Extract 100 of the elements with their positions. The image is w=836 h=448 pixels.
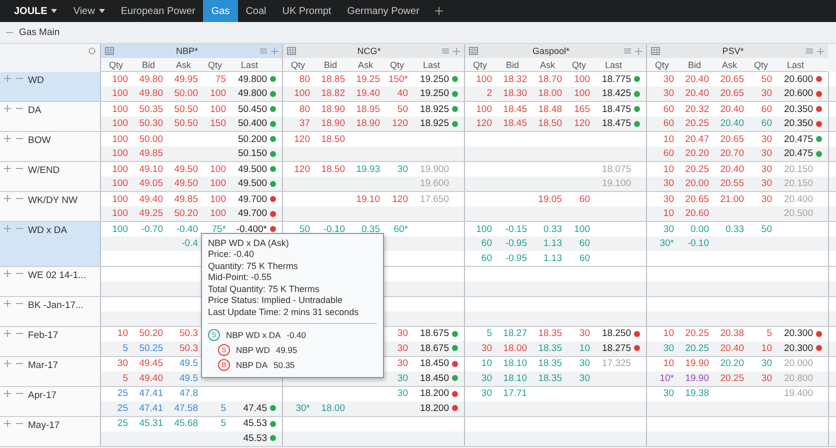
nav-label: UK Prompt <box>282 6 332 16</box>
product-label[interactable]: Mar-17 <box>0 356 100 386</box>
nav-tab[interactable]: Coal <box>238 0 274 22</box>
plus-icon[interactable] <box>271 48 278 54</box>
plus-icon[interactable] <box>4 165 11 172</box>
product-label[interactable]: BOW <box>0 132 100 161</box>
minus-icon[interactable] <box>16 302 23 304</box>
plus-icon[interactable] <box>4 330 11 336</box>
minus-icon[interactable] <box>16 197 23 200</box>
column-header[interactable]: Qty <box>201 60 229 70</box>
product-label[interactable]: May-17 <box>0 416 100 446</box>
menu-icon[interactable] <box>260 48 267 54</box>
product-label[interactable]: WK/DY NW <box>0 192 100 221</box>
bid-quantity: 10 <box>662 328 675 340</box>
minus-icon[interactable] <box>16 422 23 424</box>
grid-icon[interactable] <box>469 47 478 55</box>
menu-icon[interactable] <box>442 48 449 54</box>
product-label[interactable]: Apr-17 <box>0 386 100 416</box>
nav-tab[interactable]: European Power <box>112 0 204 22</box>
product-label[interactable]: Feb-17 <box>0 326 100 356</box>
bid-price: 20.25 <box>684 118 710 130</box>
product-label[interactable]: W/END <box>0 162 100 191</box>
bid-quantity: 60 <box>480 252 493 264</box>
minus-icon[interactable] <box>16 77 23 80</box>
column-header[interactable]: Bid <box>131 60 166 70</box>
column-header[interactable]: Last <box>411 60 452 70</box>
column-header[interactable]: Ask <box>348 60 383 70</box>
plus-icon[interactable] <box>4 105 11 112</box>
settings-icon[interactable] <box>88 47 96 55</box>
last-price: 49.800 <box>236 88 268 100</box>
ask-price: 20.65 <box>719 88 745 100</box>
column-header[interactable]: Qty <box>465 60 495 70</box>
menu-icon[interactable] <box>624 48 631 54</box>
nav-tab[interactable]: UK Prompt <box>274 0 340 22</box>
bid-price: -0.10 <box>686 238 710 250</box>
minus-icon[interactable] <box>16 362 23 364</box>
nav-tab[interactable]: Gas <box>203 0 238 22</box>
minus-icon[interactable] <box>16 227 23 230</box>
product-name: May-17 <box>28 420 60 430</box>
menu-icon[interactable] <box>806 48 813 54</box>
plus-icon[interactable] <box>4 390 11 396</box>
product-label[interactable]: WE 02 14-1... <box>0 266 100 296</box>
column-header[interactable]: Qty <box>383 60 411 70</box>
column-header[interactable]: Last <box>775 60 816 70</box>
product-label[interactable]: BK -Jan-17... <box>0 296 100 326</box>
column-header[interactable]: Ask <box>166 60 201 70</box>
product-label[interactable]: WD <box>0 72 100 101</box>
product-label[interactable]: WD x DA <box>0 222 100 266</box>
plus-icon[interactable] <box>4 360 11 366</box>
column-header[interactable]: Bid <box>495 60 530 70</box>
nav-label: JOULE <box>14 6 48 16</box>
bid-quantity: 80 <box>298 104 311 115</box>
last-price: 18.925 <box>418 118 450 130</box>
add-tab-icon[interactable] <box>435 7 444 15</box>
last-price: 18.075 <box>600 164 632 175</box>
column-header[interactable]: Qty <box>565 60 593 70</box>
bid-quantity: 100 <box>111 208 129 220</box>
minus-icon[interactable] <box>16 272 23 274</box>
ask-quantity: 60 <box>578 238 591 250</box>
plus-icon[interactable] <box>4 225 11 232</box>
column-header[interactable]: Last <box>593 60 634 70</box>
column-header[interactable]: Qty <box>101 60 131 70</box>
nav-menu[interactable]: JOULE <box>6 0 66 22</box>
minus-icon[interactable] <box>6 31 13 34</box>
plus-icon[interactable] <box>4 135 11 142</box>
minus-icon[interactable] <box>16 392 23 394</box>
bid-price: -0.95 <box>504 238 528 250</box>
plus-icon[interactable] <box>635 48 642 54</box>
ask-quantity: 100 <box>209 164 227 175</box>
plus-icon[interactable] <box>4 420 11 426</box>
ask-quantity: 30 <box>760 358 773 370</box>
column-header[interactable]: Ask <box>530 60 565 70</box>
column-header[interactable]: Qty <box>747 60 775 70</box>
minus-icon[interactable] <box>16 167 23 170</box>
minus-icon[interactable] <box>16 107 23 110</box>
grid-icon[interactable] <box>651 47 660 55</box>
plus-icon[interactable] <box>4 300 11 306</box>
minus-icon[interactable] <box>16 332 23 334</box>
plus-icon[interactable] <box>4 270 11 276</box>
nav-menu[interactable]: View <box>65 0 113 22</box>
column-header[interactable]: Bid <box>677 60 712 70</box>
product-name: W/END <box>28 165 60 176</box>
grid-icon[interactable] <box>105 47 114 55</box>
minus-icon[interactable] <box>16 137 23 140</box>
plus-icon[interactable] <box>4 195 11 202</box>
column-header[interactable]: Bid <box>313 60 348 70</box>
column-header[interactable]: Qty <box>647 60 677 70</box>
plus-icon[interactable] <box>817 48 824 54</box>
ask-price: 47.8 <box>178 388 199 400</box>
product-label[interactable]: DA <box>0 102 100 131</box>
grid-icon[interactable] <box>287 47 296 55</box>
ask-price: 20.65 <box>719 74 745 85</box>
plus-icon[interactable] <box>453 48 460 54</box>
column-header[interactable]: Qty <box>283 60 313 70</box>
bid-quantity: 120 <box>475 118 493 130</box>
plus-icon[interactable] <box>4 75 11 82</box>
ask-quantity: 100 <box>209 178 227 190</box>
column-header[interactable]: Last <box>229 60 270 70</box>
nav-tab[interactable]: Germany Power <box>339 0 428 22</box>
column-header[interactable]: Ask <box>712 60 747 70</box>
